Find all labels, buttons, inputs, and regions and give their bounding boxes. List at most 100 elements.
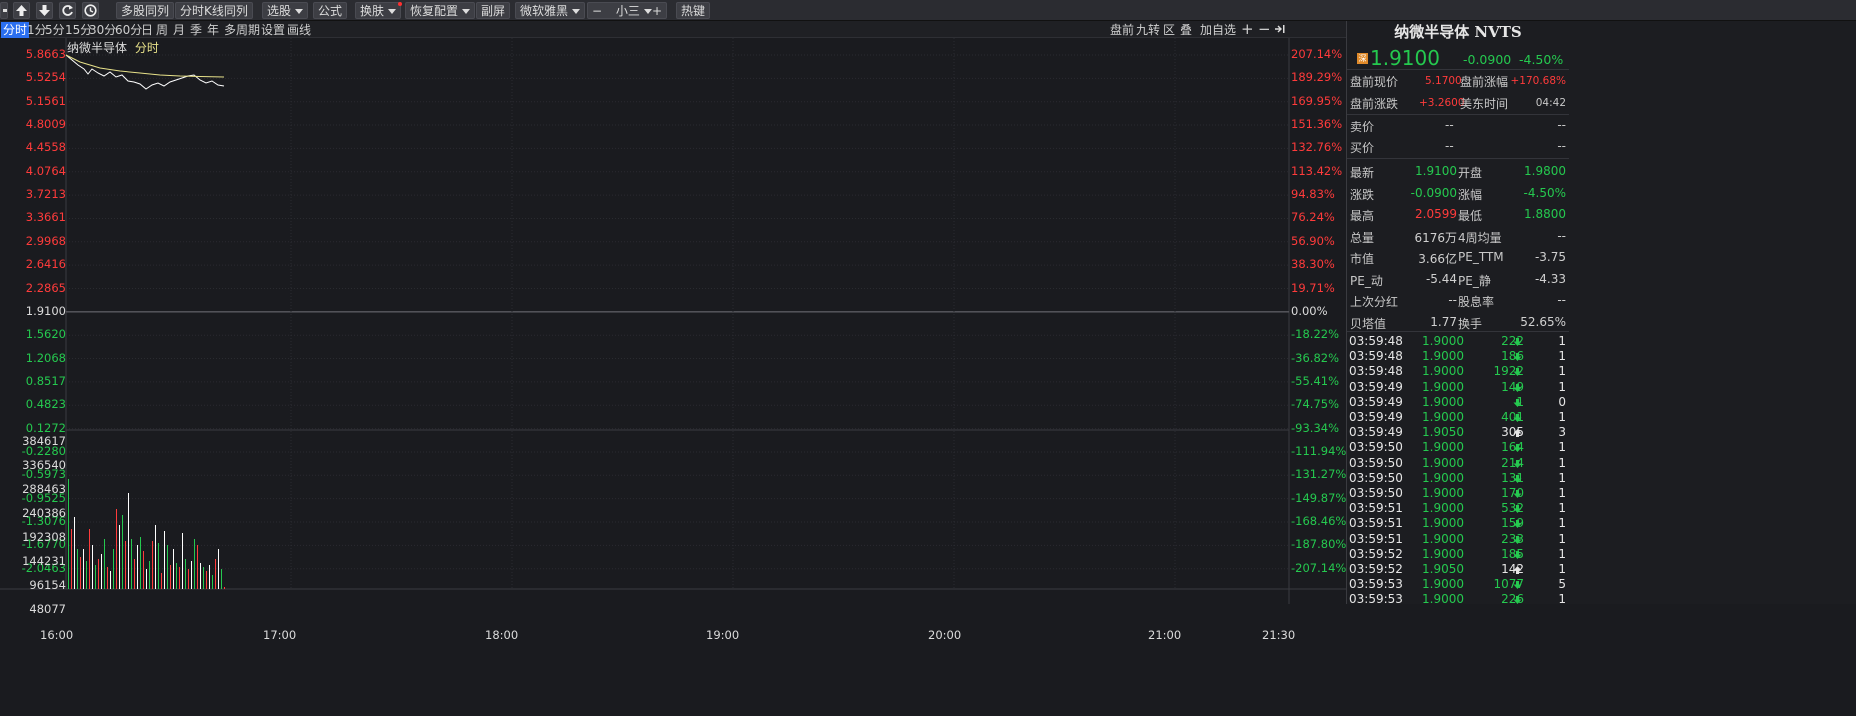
volume-bar [137, 545, 138, 589]
chart-mode: 分时 [134, 41, 159, 55]
period-tab-8[interactable]: 月 [171, 22, 187, 38]
volume-bar [161, 573, 162, 589]
tick-row: 03:59:53 1.9000 1077 5 [1347, 577, 1569, 592]
down-arrow-icon [1513, 353, 1522, 362]
zoom-in-icon[interactable]: + [1241, 22, 1254, 38]
volume-bar [179, 567, 180, 589]
period-tab-13[interactable]: 画线 [285, 22, 313, 38]
clock-icon[interactable] [82, 2, 99, 19]
zoom-out-icon[interactable]: − [1258, 22, 1271, 38]
nine-turn-button[interactable]: 九转 [1136, 22, 1160, 38]
volume-axis-label: 336540 [22, 458, 66, 472]
zone-button[interactable]: 区 [1163, 22, 1175, 38]
stat-value: 1.77 [1430, 314, 1457, 329]
volume-bar [89, 529, 90, 589]
pct-axis-label: 38.30% [1291, 257, 1335, 272]
tick-direction [1513, 366, 1522, 380]
sub-screen-button[interactable]: 副屏 [476, 2, 511, 19]
chart-area[interactable]: 纳微半导体 分时 5.8663 5.5254 5.1561 4.8009 4.4558 4… [0, 38, 1347, 642]
add-favorite-button[interactable]: 加自选 [1200, 22, 1236, 38]
period-tab-9[interactable]: 季 [188, 22, 204, 38]
refresh-icon[interactable] [59, 2, 76, 19]
volume-bar [152, 541, 153, 589]
time-axis-label: 17:00 [263, 628, 297, 642]
tick-count: 1 [1558, 531, 1566, 546]
font-size-decrease-button[interactable]: − [592, 4, 602, 18]
tick-row: 03:59:53 1.9000 226 1 [1347, 592, 1569, 607]
font-size-control[interactable]: − 小三 + [587, 2, 667, 19]
tick-price: 1.9000 [1422, 410, 1464, 424]
intraday-chart[interactable] [0, 38, 1346, 604]
period-tab-7[interactable]: 周 [154, 22, 170, 38]
tick-row: 03:59:49 1.9050 305 3 [1347, 425, 1569, 440]
tick-direction [1513, 549, 1522, 563]
formula-button[interactable]: 公式 [313, 2, 348, 19]
kline-same-button[interactable]: 分时K线同列 [175, 2, 253, 19]
pick-stock-button[interactable]: 选股 [262, 2, 309, 19]
tick-price: 1.9000 [1422, 455, 1464, 470]
quote-change-pct: -4.50% [1519, 52, 1564, 67]
hotkey-button[interactable]: 热键 [676, 2, 711, 19]
overlay-button[interactable]: 叠 [1180, 22, 1192, 38]
volume-bar [83, 549, 84, 589]
premarket-row-1: 盘前现价 5.1700 盘前涨幅 +170.68% [1347, 70, 1569, 91]
volume-bar [68, 479, 69, 589]
ask-price: -- [1445, 118, 1454, 132]
volume-bar [170, 565, 171, 589]
tick-price: 1.9000 [1422, 486, 1464, 500]
up-arrow-icon[interactable] [13, 2, 30, 19]
pct-axis-label: 189.29% [1291, 70, 1343, 85]
multi-stock-button[interactable]: 多股同列 [116, 2, 175, 19]
price-line [65, 54, 225, 90]
tick-count: 1 [1558, 410, 1566, 424]
volume-bar [71, 529, 72, 589]
volume-bar [140, 537, 141, 589]
ask-label: 卖价 [1350, 120, 1375, 134]
pct-axis-label: -111.94% [1291, 443, 1347, 458]
tick-direction [1513, 351, 1522, 365]
period-tab-6[interactable]: 日 [139, 22, 155, 38]
tick-row: 03:59:50 1.9000 131 1 [1347, 471, 1569, 486]
down-arrow-icon [1513, 550, 1522, 559]
tick-price: 1.9000 [1422, 470, 1464, 485]
collapse-panel-icon[interactable] [1274, 22, 1286, 38]
tick-count: 1 [1558, 486, 1566, 500]
premarket-button[interactable]: 盘前 [1110, 22, 1134, 38]
volume-bar [134, 559, 135, 589]
tick-count: 1 [1558, 516, 1566, 531]
pre-change-label: 盘前涨跌 [1350, 97, 1399, 111]
tick-row: 03:59:52 1.9050 142 1 [1347, 562, 1569, 577]
tick-direction [1513, 594, 1522, 608]
tick-time: 03:59:52 [1349, 546, 1403, 561]
stat-label: 最低 [1458, 209, 1483, 223]
tick-direction [1513, 534, 1522, 548]
tick-time: 03:59:48 [1349, 364, 1403, 379]
period-tab-10[interactable]: 年 [205, 22, 221, 38]
pre-rise: +170.68% [1510, 75, 1566, 87]
tick-count: 1 [1558, 334, 1566, 348]
tick-time: 03:59:49 [1349, 425, 1403, 440]
tick-time: 03:59:50 [1349, 486, 1403, 500]
volume-bar [149, 561, 150, 589]
volume-bar [101, 554, 102, 589]
font-select[interactable]: 微软雅黑 [515, 2, 586, 19]
market-badge-icon: 深 [1357, 53, 1368, 64]
chevron-down-icon [572, 9, 581, 14]
tick-price: 1.9000 [1422, 501, 1464, 516]
skin-button[interactable]: 换肤 [355, 2, 403, 19]
down-arrow-icon[interactable] [36, 2, 53, 19]
font-size-increase-button[interactable]: + [652, 3, 662, 20]
period-tab-11[interactable]: 多周期 [222, 22, 262, 38]
menu-icon[interactable] [0, 2, 8, 19]
price-axis-label: 1.5620 [25, 327, 66, 342]
volume-bar [185, 559, 186, 589]
tick-row: 03:59:51 1.9000 532 1 [1347, 501, 1569, 516]
stat-value: -4.33 [1534, 271, 1566, 286]
stat-label: 开盘 [1458, 166, 1483, 180]
period-tab-12[interactable]: 设置 [259, 22, 287, 38]
tick-direction [1513, 412, 1522, 426]
pct-axis-label: 0.00% [1291, 303, 1328, 318]
stat-value: -0.0900 [1410, 185, 1457, 200]
average-line [65, 54, 225, 78]
restore-config-button[interactable]: 恢复配置 [405, 2, 476, 19]
